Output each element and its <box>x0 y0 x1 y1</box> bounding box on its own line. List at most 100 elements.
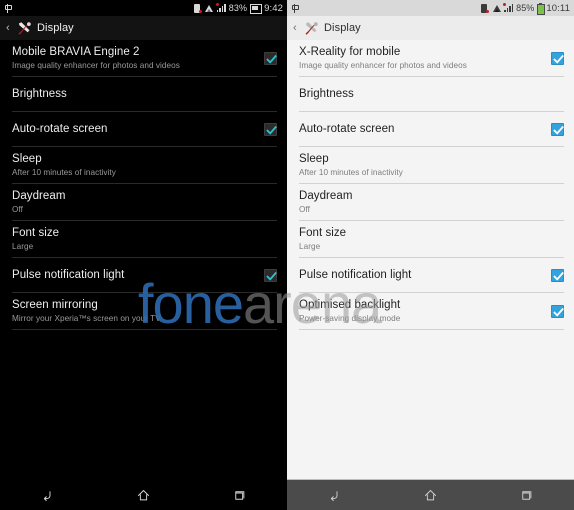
list-item-title: Daydream <box>299 190 353 202</box>
settings-list: X-Reality for mobile Image quality enhanc… <box>287 40 574 479</box>
usb-icon <box>291 3 299 13</box>
list-item-subtitle: Off <box>12 205 23 214</box>
list-item-title: Brightness <box>299 88 354 100</box>
home-nav-icon <box>136 488 151 503</box>
status-bar-clock: 10:11 <box>546 2 570 14</box>
page-title: Display <box>324 22 361 34</box>
list-item-subtitle: Off <box>299 205 310 214</box>
list-item-text: Auto-rotate screen <box>12 117 256 141</box>
list-item-text: Daydream Off <box>299 184 564 220</box>
list-item[interactable]: Mobile BRAVIA Engine 2 Image quality enha… <box>0 40 287 76</box>
page-title: Display <box>37 22 74 34</box>
list-item-text: Brightness <box>12 82 277 106</box>
list-item-title: Mobile BRAVIA Engine 2 <box>12 46 140 58</box>
battery-percent-label: 85% <box>516 3 535 13</box>
settings-wrench-icon <box>304 21 319 36</box>
status-bar-left <box>291 3 299 13</box>
list-item[interactable]: Sleep After 10 minutes of inactivity <box>0 147 287 183</box>
list-item-title: Pulse notification light <box>299 269 412 281</box>
status-bar-clock: 9:42 <box>264 2 283 14</box>
list-divider <box>299 329 564 330</box>
list-item[interactable]: Pulse notification light <box>0 258 287 292</box>
list-item-title: Screen mirroring <box>12 299 98 311</box>
list-item-subtitle: Mirror your Xperia™s screen on your TV <box>12 314 161 323</box>
list-item[interactable]: Screen mirroring Mirror your Xperia™s scr… <box>0 293 287 329</box>
checkbox[interactable] <box>551 51 564 65</box>
screenshot-root: 83% 9:42 ‹ Display Mobile BRAVIA Engine 2 Ima… <box>0 0 574 510</box>
wifi-icon <box>205 4 214 12</box>
list-item-subtitle: Image quality enhancer for photos and vi… <box>299 61 467 70</box>
list-divider <box>12 329 277 330</box>
sim-card-icon <box>193 3 202 13</box>
list-item[interactable]: Sleep After 10 minutes of inactivity <box>287 147 574 183</box>
list-item-title: Auto-rotate screen <box>299 123 395 135</box>
list-item-title: Sleep <box>299 153 329 165</box>
list-item-title: Optimised backlight <box>299 299 401 311</box>
list-item-subtitle: Power-saving display mode <box>299 314 401 323</box>
checkbox[interactable] <box>264 51 277 65</box>
checkbox[interactable] <box>264 122 277 136</box>
list-item[interactable]: Pulse notification light <box>287 258 574 292</box>
list-item-text: Sleep After 10 minutes of inactivity <box>299 147 564 183</box>
recent-apps-nav-button[interactable] <box>506 482 546 508</box>
sim-card-icon <box>481 3 490 13</box>
list-item-title: Sleep <box>12 153 42 165</box>
list-item[interactable]: Font size Large <box>287 221 574 257</box>
status-bar-right: 85% 10:11 <box>481 2 570 15</box>
list-item-title: Brightness <box>12 88 67 100</box>
list-item-title: X-Reality for mobile <box>299 46 401 58</box>
list-item-text: Font size Large <box>12 221 277 257</box>
checkbox[interactable] <box>264 268 277 282</box>
list-item-text: Optimised backlight Power-saving display … <box>299 293 543 329</box>
checkbox[interactable] <box>551 268 564 282</box>
status-bar: 85% 10:11 <box>287 0 574 16</box>
action-bar: ‹ Display <box>287 16 574 40</box>
back-nav-button[interactable] <box>28 482 68 508</box>
home-nav-icon <box>423 488 438 503</box>
list-item[interactable]: X-Reality for mobile Image quality enhanc… <box>287 40 574 76</box>
usb-icon <box>4 3 12 13</box>
checkbox[interactable] <box>551 304 564 318</box>
checkbox[interactable] <box>551 122 564 136</box>
list-item-text: Sleep After 10 minutes of inactivity <box>12 147 277 183</box>
list-item[interactable]: Daydream Off <box>287 184 574 220</box>
back-nav-button[interactable] <box>315 482 355 508</box>
list-item[interactable]: Brightness <box>0 77 287 111</box>
list-item[interactable]: Font size Large <box>0 221 287 257</box>
status-bar-left <box>4 3 12 13</box>
list-item-title: Daydream <box>12 190 66 202</box>
home-nav-button[interactable] <box>410 482 450 508</box>
list-item-text: Pulse notification light <box>299 263 543 287</box>
list-item-text: Screen mirroring Mirror your Xperia™s scr… <box>12 293 277 329</box>
device-panel-2: 85% 10:11 ‹ Display X-Reality for mobile Imag… <box>287 0 574 510</box>
back-button[interactable]: ‹ <box>6 22 12 34</box>
home-nav-button[interactable] <box>123 482 163 508</box>
status-bar-right: 83% 9:42 <box>193 2 283 14</box>
navigation-bar <box>287 480 574 510</box>
signal-bars-icon <box>503 3 514 12</box>
list-item-text: Brightness <box>299 82 564 106</box>
battery-icon <box>537 3 546 15</box>
back-nav-icon <box>327 488 342 503</box>
list-item-text: Mobile BRAVIA Engine 2 Image quality enha… <box>12 40 256 76</box>
list-item-title: Auto-rotate screen <box>12 123 108 135</box>
list-item[interactable]: Daydream Off <box>0 184 287 220</box>
status-bar: 83% 9:42 <box>0 0 287 16</box>
back-nav-icon <box>40 488 55 503</box>
signal-bars-icon <box>215 3 226 12</box>
list-item-title: Font size <box>299 227 347 239</box>
back-button[interactable]: ‹ <box>293 22 299 34</box>
list-item-subtitle: After 10 minutes of inactivity <box>299 168 403 177</box>
list-item-title: Pulse notification light <box>12 269 125 281</box>
list-item-title: Font size <box>12 227 60 239</box>
recent-apps-nav-button[interactable] <box>219 482 259 508</box>
device-panel-1: 83% 9:42 ‹ Display Mobile BRAVIA Engine 2 Ima… <box>0 0 287 510</box>
list-item[interactable]: Brightness <box>287 77 574 111</box>
list-item[interactable]: Auto-rotate screen <box>287 112 574 146</box>
navigation-bar <box>0 480 287 510</box>
action-bar: ‹ Display <box>0 16 287 40</box>
list-item[interactable]: Optimised backlight Power-saving display … <box>287 293 574 329</box>
list-item[interactable]: Auto-rotate screen <box>0 112 287 146</box>
recent-apps-nav-icon <box>519 488 534 503</box>
recent-apps-nav-icon <box>232 488 247 503</box>
